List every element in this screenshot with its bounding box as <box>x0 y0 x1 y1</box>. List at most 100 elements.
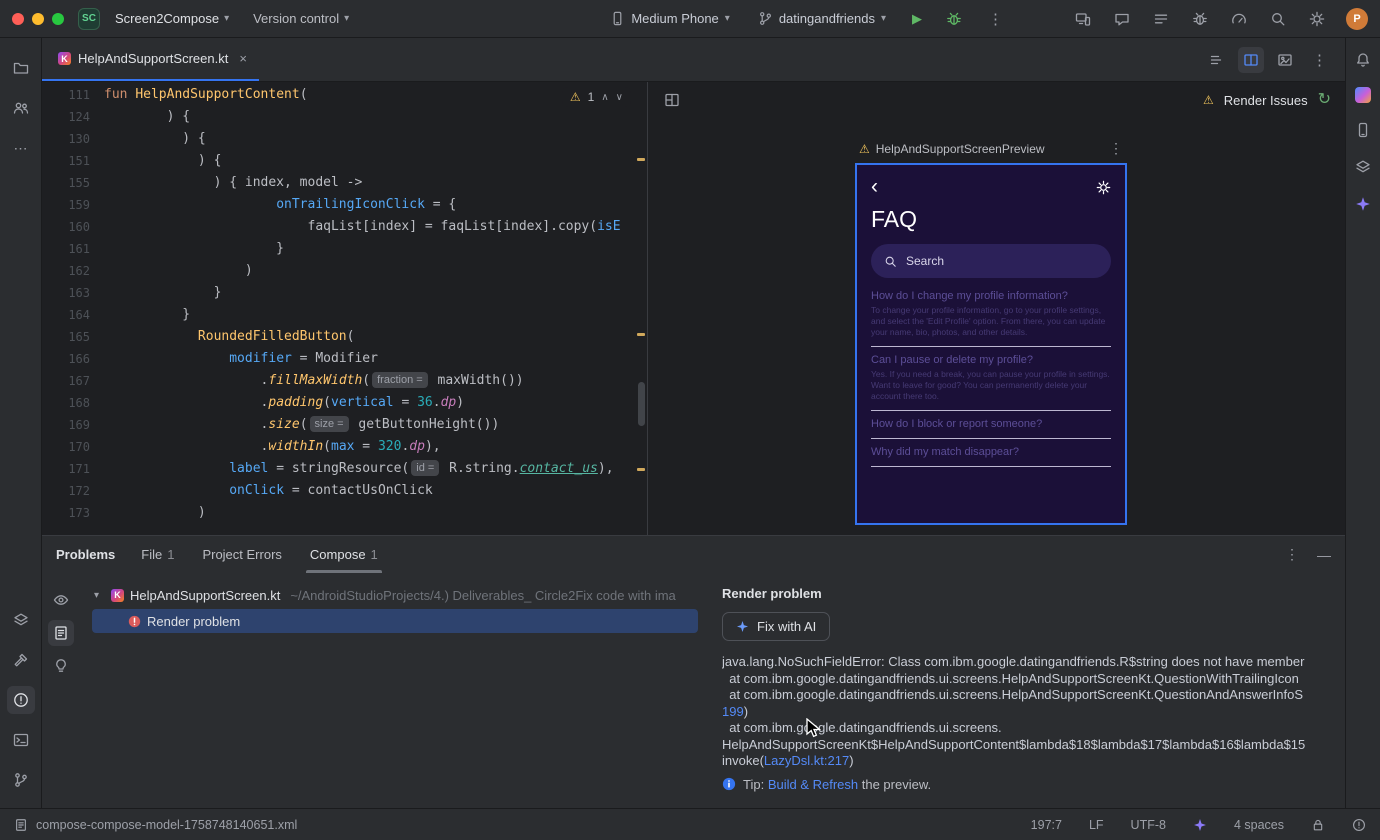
next-issue-icon[interactable]: ∨ <box>616 92 623 103</box>
layout-inspector-icon[interactable] <box>1353 157 1373 177</box>
code-line[interactable]: 167 .fillMaxWidth(fraction = maxWidth()) <box>42 370 647 392</box>
line-number[interactable]: 173 <box>42 502 104 524</box>
build-icon[interactable] <box>7 646 35 674</box>
split-view-button[interactable] <box>1238 46 1264 73</box>
code-line[interactable]: 155 ) { index, model -> <box>42 172 647 194</box>
line-number[interactable]: 165 <box>42 326 104 348</box>
phone-settings-gear-icon[interactable] <box>1096 180 1111 195</box>
details-view-icon[interactable] <box>48 620 74 646</box>
preview-menu-icon[interactable]: ⋮ <box>1109 140 1123 157</box>
run-button[interactable]: ▶ <box>908 9 926 29</box>
line-number[interactable]: 169 <box>42 414 104 436</box>
render-issues-label[interactable]: Render Issues <box>1224 93 1308 108</box>
project-menu[interactable]: Screen2Compose ▾ <box>108 7 236 30</box>
code-line[interactable]: 165 RoundedFilledButton( <box>42 326 647 348</box>
device-selector[interactable]: Medium Phone ▾ <box>604 7 735 30</box>
back-icon[interactable]: ‹ <box>871 176 878 197</box>
close-tab-icon[interactable]: × <box>239 51 247 66</box>
code-line[interactable]: 162 ) <box>42 260 647 282</box>
code-line[interactable]: 168 .padding(vertical = 36.dp) <box>42 392 647 414</box>
version-control-icon[interactable] <box>7 766 35 794</box>
terminal-icon[interactable] <box>7 726 35 754</box>
line-number[interactable]: 159 <box>42 194 104 216</box>
tree-file-row[interactable]: ▾ K HelpAndSupportScreen.kt ~/AndroidStu… <box>80 583 710 607</box>
warning-stripe-mark[interactable] <box>637 468 645 471</box>
code-editor[interactable]: ⚠ 1 ∧ ∨ 111 fun HelpAndSupportContent(124… <box>42 82 648 535</box>
faq-question[interactable]: How do I block or report someone? <box>871 418 1111 430</box>
line-number[interactable]: 163 <box>42 282 104 304</box>
inspection-widget[interactable]: ⚠ 1 ∧ ∨ <box>561 87 631 107</box>
code-line[interactable]: 170 .widthIn(max = 320.dp), <box>42 436 647 458</box>
code-line[interactable]: 172 onClick = contactUsOnClick <box>42 480 647 502</box>
status-info-icon[interactable] <box>1352 818 1366 832</box>
build-refresh-link[interactable]: Build & Refresh <box>768 777 858 792</box>
tab-file[interactable]: File 1 <box>139 536 176 573</box>
fix-with-ai-button[interactable]: Fix with AI <box>722 612 831 641</box>
debug-button[interactable] <box>942 9 966 29</box>
line-number[interactable]: 130 <box>42 128 104 150</box>
status-file[interactable]: compose-compose-model-1758748140651.xml <box>14 818 297 832</box>
tab-compose[interactable]: Compose 1 <box>305 536 382 573</box>
refresh-icon[interactable]: ↻ <box>1318 92 1331 108</box>
device-mirroring-icon[interactable] <box>1073 9 1093 29</box>
stack-link[interactable]: LazyDsl.kt:217 <box>764 753 849 768</box>
app-inspection-icon[interactable] <box>1190 9 1210 29</box>
commit-tool-icon[interactable] <box>7 94 35 122</box>
profiler-icon[interactable] <box>1229 9 1249 29</box>
version-control-menu[interactable]: Version control ▾ <box>246 7 356 30</box>
more-run-options-icon[interactable]: ⋮ <box>982 8 1009 30</box>
problems-tool-icon[interactable] <box>6 686 35 714</box>
design-view-button[interactable] <box>1272 47 1298 73</box>
line-number[interactable]: 162 <box>42 260 104 282</box>
code-line[interactable]: 124 ) { <box>42 106 647 128</box>
panel-options-icon[interactable]: ⋮ <box>1285 546 1299 563</box>
warning-stripe-mark[interactable] <box>637 158 645 161</box>
search-bar[interactable]: Search <box>871 244 1111 278</box>
line-number[interactable]: 167 <box>42 370 104 392</box>
preview-layout-icon[interactable] <box>662 90 682 110</box>
warning-stripe-mark[interactable] <box>637 333 645 336</box>
code-view-button[interactable] <box>1204 47 1230 73</box>
line-number[interactable]: 164 <box>42 304 104 326</box>
line-number[interactable]: 161 <box>42 238 104 260</box>
code-line[interactable]: 173 ) <box>42 502 647 524</box>
editor-options-icon[interactable]: ⋮ <box>1306 51 1333 69</box>
ai-assistant-icon[interactable] <box>1112 9 1132 29</box>
device-manager-icon[interactable] <box>1353 120 1373 140</box>
prev-issue-icon[interactable]: ∧ <box>601 92 608 103</box>
preview-toggle-eye-icon[interactable] <box>48 587 74 613</box>
line-number[interactable]: 111 <box>42 84 104 106</box>
minimize-window-button[interactable] <box>32 12 44 25</box>
app-insights-icon[interactable] <box>1355 87 1371 103</box>
code-line[interactable]: 171 label = stringResource(id = R.string… <box>42 458 647 480</box>
stack-link[interactable]: 199 <box>722 704 744 719</box>
branch-selector[interactable]: datingandfriends ▾ <box>752 7 892 30</box>
faq-question[interactable]: Why did my match disappear? <box>871 446 1111 458</box>
editor-scrollbar[interactable] <box>636 82 647 535</box>
phone-preview[interactable]: ‹ FAQ Search How do I change my profile … <box>855 163 1127 525</box>
line-number[interactable]: 166 <box>42 348 104 370</box>
tab-project-errors[interactable]: Project Errors <box>200 536 283 573</box>
line-number[interactable]: 170 <box>42 436 104 458</box>
build-variants-icon[interactable] <box>7 606 35 634</box>
gemini-icon[interactable] <box>1353 194 1373 214</box>
code-line[interactable]: 169 .size(size = getButtonHeight()) <box>42 414 647 436</box>
line-number[interactable]: 168 <box>42 392 104 414</box>
code-line[interactable]: 130 ) { <box>42 128 647 150</box>
scrollbar-thumb[interactable] <box>638 382 645 426</box>
zoom-window-button[interactable] <box>52 12 64 25</box>
code-line[interactable]: 161 } <box>42 238 647 260</box>
line-number[interactable]: 172 <box>42 480 104 502</box>
code-line[interactable]: 164 } <box>42 304 647 326</box>
search-icon[interactable] <box>1268 9 1288 29</box>
close-window-button[interactable] <box>12 12 24 25</box>
line-number[interactable]: 151 <box>42 150 104 172</box>
caret-position[interactable]: 197:7 <box>1031 818 1062 832</box>
preview-card-header[interactable]: ⚠ HelpAndSupportScreenPreview ⋮ <box>855 140 1127 157</box>
line-number[interactable]: 124 <box>42 106 104 128</box>
faq-question[interactable]: Can I pause or delete my profile? <box>871 354 1111 366</box>
code-line[interactable]: 163 } <box>42 282 647 304</box>
quickfix-bulb-icon[interactable] <box>48 653 74 679</box>
code-line[interactable]: 160 faqList[index] = faqList[index].copy… <box>42 216 647 238</box>
code-line[interactable]: 166 modifier = Modifier <box>42 348 647 370</box>
